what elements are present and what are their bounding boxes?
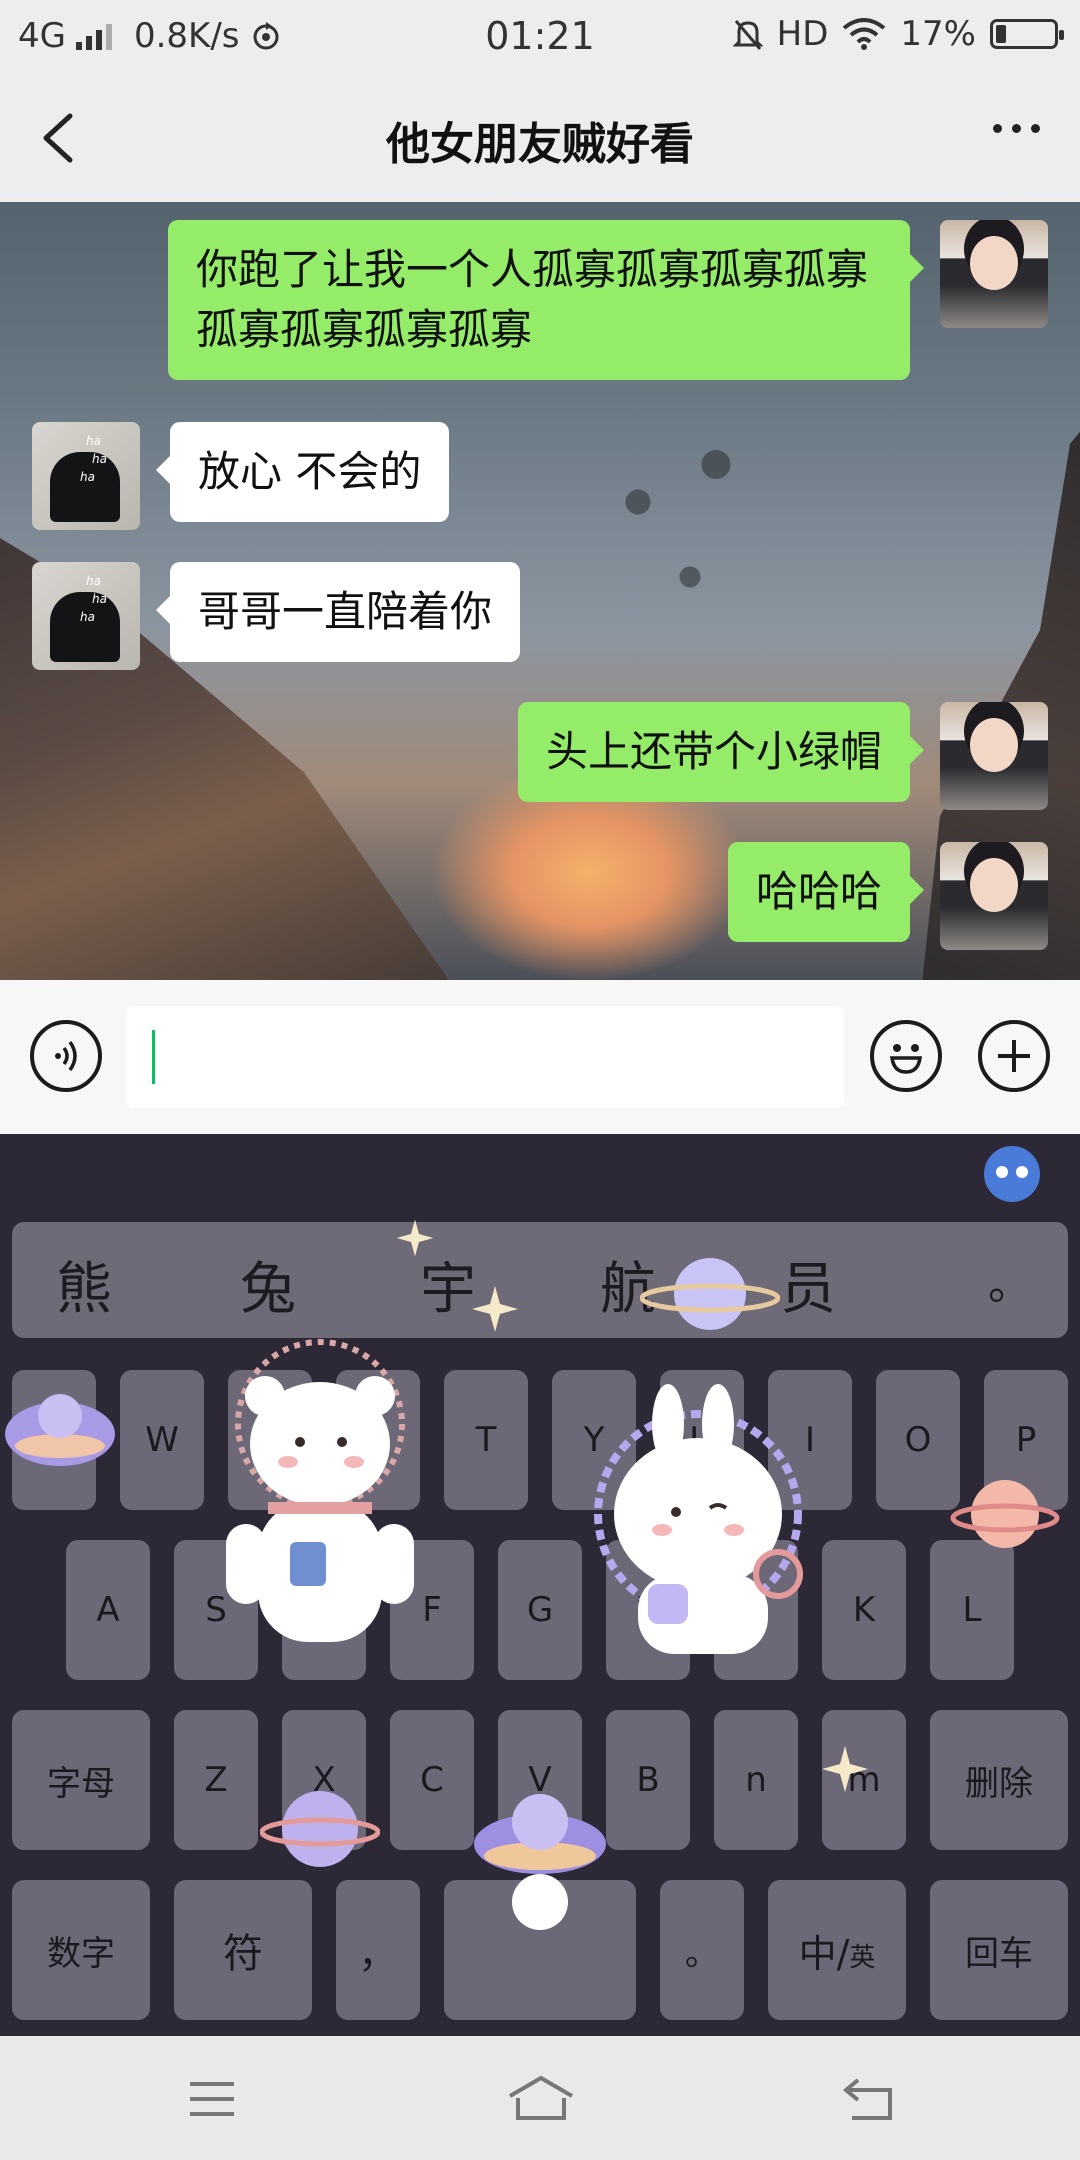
chat-header: 他女朋友贼好看 (0, 72, 1080, 202)
key-space[interactable] (444, 1880, 636, 2020)
message-input[interactable] (126, 1006, 844, 1108)
hd-badge: HD (776, 14, 829, 54)
avatar[interactable] (940, 220, 1048, 328)
key-f[interactable]: F (390, 1540, 474, 1680)
key-w[interactable]: W (120, 1370, 204, 1510)
message-text: 放心 不会的 (198, 447, 422, 496)
message-row: 哈哈哈 (727, 842, 1048, 950)
sent-bubble[interactable]: 你跑了让我一个人孤寡孤寡孤寡孤寡孤寡孤寡孤寡孤寡 (168, 220, 924, 380)
key-p[interactable]: P (984, 1370, 1068, 1510)
text-caret (152, 1030, 155, 1084)
message-row: ha ha ha 哥哥一直陪着你 (32, 562, 521, 670)
status-right: HD 17% (732, 14, 1064, 54)
key-comma[interactable]: ， (336, 1880, 420, 2020)
candidate[interactable]: 宇 (420, 1244, 476, 1325)
key-j[interactable]: J (714, 1540, 798, 1680)
key-c[interactable]: C (390, 1710, 474, 1850)
sent-bubble[interactable]: 哈哈哈 (727, 842, 925, 942)
key-t[interactable]: T (444, 1370, 528, 1510)
message-text: 头上还带个小绿帽 (545, 727, 882, 776)
key-s[interactable]: S (174, 1540, 258, 1680)
key-l[interactable]: L (930, 1540, 1014, 1680)
key-period[interactable]: 。 (660, 1880, 744, 2020)
key-u[interactable]: U (660, 1370, 744, 1510)
key-e[interactable]: E (228, 1370, 312, 1510)
back-nav-icon[interactable] (840, 2074, 896, 2124)
key-z[interactable]: Z (174, 1710, 258, 1850)
wifi-icon (843, 18, 886, 50)
candidate[interactable]: 熊 (56, 1244, 112, 1325)
key-numbers[interactable]: 数字 (12, 1880, 150, 2020)
key-enter[interactable]: 回车 (930, 1880, 1068, 2020)
key-m[interactable]: m (822, 1710, 906, 1850)
received-bubble[interactable]: 哥哥一直陪着你 (155, 562, 521, 662)
key-k[interactable]: K (822, 1540, 906, 1680)
avatar[interactable] (940, 702, 1048, 810)
screen: 4G 0.8K/s 01:21 HD 17% 他女朋友贼好看 你跑了让我一个人孤… (0, 0, 1080, 2160)
plus-icon[interactable] (978, 1020, 1050, 1092)
candidate[interactable]: 航 (600, 1244, 656, 1325)
candidate[interactable]: 。 (988, 1248, 1032, 1312)
battery-level (996, 25, 1006, 43)
emoji-icon[interactable] (870, 1020, 942, 1092)
voice-icon[interactable] (30, 1020, 102, 1092)
more-options-icon[interactable] (993, 124, 1040, 133)
system-nav-bar (0, 2036, 1080, 2160)
menu-icon[interactable] (184, 2074, 240, 2124)
key-y[interactable]: Y (552, 1370, 636, 1510)
message-text: 哥哥一直陪着你 (198, 587, 493, 636)
key-g[interactable]: G (498, 1540, 582, 1680)
battery-percent: 17% (900, 14, 976, 54)
key-q[interactable]: Q (12, 1370, 96, 1510)
sent-bubble[interactable]: 头上还带个小绿帽 (517, 702, 925, 802)
avatar[interactable]: ha ha ha (32, 562, 140, 670)
mute-bell-icon (732, 20, 763, 50)
key-r[interactable]: R (336, 1370, 420, 1510)
background-branch (560, 402, 820, 652)
home-icon[interactable] (506, 2074, 576, 2124)
battery-icon (990, 19, 1064, 49)
avatar[interactable] (940, 842, 1048, 950)
ime-keyboard: 熊 兔 宇 航 员 。 Q W E R T Y U I O P A S D F … (0, 1134, 1080, 2036)
key-delete[interactable]: 删除 (930, 1710, 1068, 1850)
message-text: 你跑了让我一个人孤寡孤寡孤寡孤寡孤寡孤寡孤寡孤寡 (196, 245, 869, 354)
candidate[interactable]: 员 (780, 1244, 836, 1325)
candidate-bar: 熊 兔 宇 航 员 。 (12, 1222, 1068, 1338)
message-text: 哈哈哈 (755, 867, 882, 916)
key-a[interactable]: A (66, 1540, 150, 1680)
received-bubble[interactable]: 放心 不会的 (155, 422, 450, 522)
key-symbols[interactable]: 符 (174, 1880, 312, 2020)
key-o[interactable]: O (876, 1370, 960, 1510)
avatar[interactable]: ha ha ha (32, 422, 140, 530)
key-h[interactable]: H (606, 1540, 690, 1680)
key-letters-mode[interactable]: 字母 (12, 1710, 150, 1850)
key-n[interactable]: n (714, 1710, 798, 1850)
key-d[interactable]: D (282, 1540, 366, 1680)
key-b[interactable]: B (606, 1710, 690, 1850)
input-bar (0, 980, 1080, 1134)
key-i[interactable]: I (768, 1370, 852, 1510)
chat-title: 他女朋友贼好看 (386, 119, 694, 170)
message-row: 你跑了让我一个人孤寡孤寡孤寡孤寡孤寡孤寡孤寡孤寡 (168, 220, 1048, 380)
message-row: ha ha ha 放心 不会的 (32, 422, 450, 530)
candidate[interactable]: 兔 (240, 1244, 296, 1325)
key-language-switch[interactable]: 中/英 (768, 1880, 906, 2020)
key-x[interactable]: X (282, 1710, 366, 1850)
keyboard-logo-icon[interactable] (984, 1146, 1040, 1202)
key-v[interactable]: V (498, 1710, 582, 1850)
chat-area[interactable]: 你跑了让我一个人孤寡孤寡孤寡孤寡孤寡孤寡孤寡孤寡 ha ha ha 放心 不会的… (0, 202, 1080, 980)
message-row: 头上还带个小绿帽 (517, 702, 1048, 810)
status-bar: 4G 0.8K/s 01:21 HD 17% (0, 0, 1080, 72)
